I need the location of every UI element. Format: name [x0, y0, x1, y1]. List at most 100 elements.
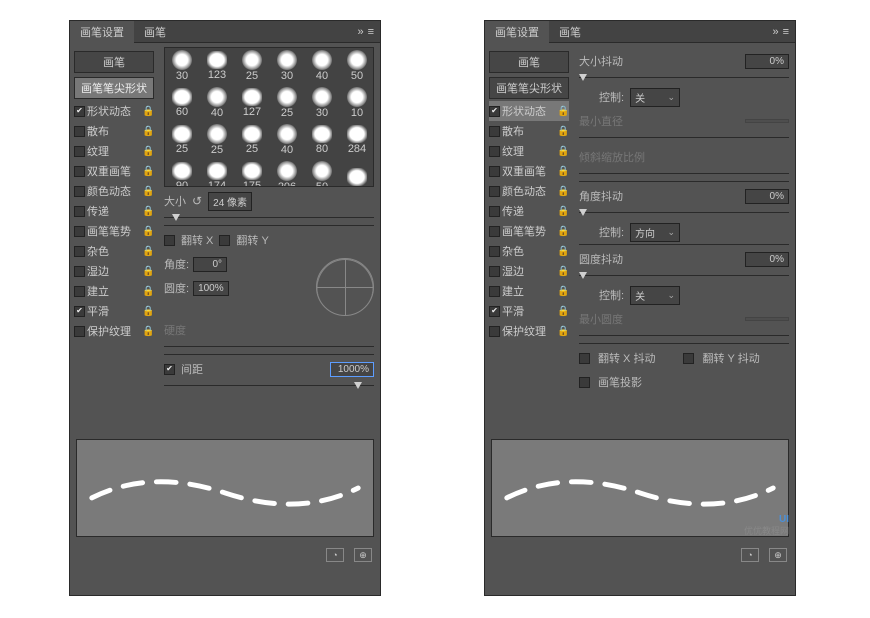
- lock-icon[interactable]: 🔒: [142, 286, 154, 297]
- lock-icon[interactable]: 🔒: [557, 246, 569, 257]
- sidebar-item-5[interactable]: 传递🔒: [489, 201, 569, 221]
- flip-x-checkbox[interactable]: [164, 235, 175, 246]
- tab-brush-settings[interactable]: 画笔设置: [485, 21, 549, 43]
- option-checkbox[interactable]: [74, 246, 85, 257]
- brush-presets-button[interactable]: 画笔: [489, 51, 569, 73]
- sidebar-item-11[interactable]: 保护纹理🔒: [74, 321, 154, 341]
- lock-icon[interactable]: 🔒: [142, 306, 154, 317]
- lock-icon[interactable]: 🔒: [557, 166, 569, 177]
- brush-thumb[interactable]: 30: [270, 48, 304, 84]
- option-checkbox[interactable]: [489, 146, 500, 157]
- roundness-jitter-input[interactable]: 0%: [745, 252, 789, 267]
- brush-thumb[interactable]: 30: [305, 85, 339, 121]
- lock-icon[interactable]: 🔒: [557, 126, 569, 137]
- flip-y-jitter-checkbox[interactable]: [683, 353, 694, 364]
- option-checkbox[interactable]: [74, 226, 85, 237]
- sidebar-item-5[interactable]: 传递🔒: [74, 201, 154, 221]
- option-checkbox[interactable]: [489, 166, 500, 177]
- brush-thumb[interactable]: 40: [305, 48, 339, 84]
- panel-menu[interactable]: »≡: [766, 26, 795, 38]
- size-jitter-input[interactable]: 0%: [745, 54, 789, 69]
- angle-control[interactable]: [316, 258, 374, 316]
- brush-thumb[interactable]: 25: [200, 122, 234, 158]
- sidebar-item-8[interactable]: 湿边🔒: [74, 261, 154, 281]
- tab-brush-presets[interactable]: 画笔: [134, 21, 176, 43]
- option-checkbox[interactable]: [74, 106, 85, 117]
- angle-control-dropdown[interactable]: 方向: [630, 223, 680, 242]
- size-slider[interactable]: [164, 213, 374, 223]
- spacing-checkbox[interactable]: [164, 364, 175, 375]
- panel-menu[interactable]: »≡: [351, 26, 380, 38]
- lock-icon[interactable]: 🔒: [142, 106, 154, 117]
- brush-thumb[interactable]: 50: [305, 159, 339, 187]
- lock-icon[interactable]: 🔒: [557, 266, 569, 277]
- sidebar-item-9[interactable]: 建立🔒: [489, 281, 569, 301]
- brush-thumb[interactable]: 50: [340, 48, 374, 84]
- size-control-dropdown[interactable]: 关: [630, 88, 680, 107]
- angle-jitter-input[interactable]: 0%: [745, 189, 789, 204]
- option-checkbox[interactable]: [74, 186, 85, 197]
- sidebar-item-7[interactable]: 杂色🔒: [489, 241, 569, 261]
- sidebar-item-11[interactable]: 保护纹理🔒: [489, 321, 569, 341]
- option-checkbox[interactable]: [74, 266, 85, 277]
- toggle-preview-icon[interactable]: ◔: [326, 548, 344, 562]
- lock-icon[interactable]: 🔒: [142, 126, 154, 137]
- brush-thumb[interactable]: 25: [270, 85, 304, 121]
- flip-y-checkbox[interactable]: [219, 235, 230, 246]
- option-checkbox[interactable]: [489, 326, 500, 337]
- brush-presets-button[interactable]: 画笔: [74, 51, 154, 73]
- brush-thumb[interactable]: 25: [235, 122, 269, 158]
- lock-icon[interactable]: 🔒: [557, 146, 569, 157]
- brush-thumb[interactable]: 90: [165, 159, 199, 187]
- sidebar-item-9[interactable]: 建立🔒: [74, 281, 154, 301]
- lock-icon[interactable]: 🔒: [557, 326, 569, 337]
- option-checkbox[interactable]: [74, 306, 85, 317]
- roundness-input[interactable]: 100%: [193, 281, 229, 296]
- lock-icon[interactable]: 🔒: [142, 166, 154, 177]
- brush-thumb[interactable]: 206: [270, 159, 304, 187]
- option-checkbox[interactable]: [74, 166, 85, 177]
- lock-icon[interactable]: 🔒: [142, 246, 154, 257]
- option-checkbox[interactable]: [489, 206, 500, 217]
- sidebar-item-3[interactable]: 双重画笔🔒: [74, 161, 154, 181]
- option-checkbox[interactable]: [489, 106, 500, 117]
- roundness-jitter-slider[interactable]: [579, 271, 789, 281]
- sidebar-item-4[interactable]: 颜色动态🔒: [489, 181, 569, 201]
- roundness-control-dropdown[interactable]: 关: [630, 286, 680, 305]
- sidebar-item-3[interactable]: 双重画笔🔒: [489, 161, 569, 181]
- brush-thumb[interactable]: 127: [235, 85, 269, 121]
- sidebar-item-0[interactable]: 形状动态🔒: [74, 101, 154, 121]
- brush-thumb[interactable]: 40: [200, 85, 234, 121]
- option-checkbox[interactable]: [74, 206, 85, 217]
- sidebar-item-4[interactable]: 颜色动态🔒: [74, 181, 154, 201]
- lock-icon[interactable]: 🔒: [142, 206, 154, 217]
- brush-thumb[interactable]: [340, 159, 374, 187]
- sidebar-item-8[interactable]: 湿边🔒: [489, 261, 569, 281]
- brush-tip-shape-button[interactable]: 画笔笔尖形状: [74, 77, 154, 99]
- option-checkbox[interactable]: [74, 146, 85, 157]
- option-checkbox[interactable]: [489, 246, 500, 257]
- option-checkbox[interactable]: [489, 126, 500, 137]
- option-checkbox[interactable]: [489, 266, 500, 277]
- brush-thumb[interactable]: 60: [165, 85, 199, 121]
- flip-x-jitter-checkbox[interactable]: [579, 353, 590, 364]
- option-checkbox[interactable]: [489, 226, 500, 237]
- spacing-slider[interactable]: [164, 381, 374, 391]
- option-checkbox[interactable]: [74, 126, 85, 137]
- spacing-input[interactable]: 1000%: [330, 362, 374, 377]
- option-checkbox[interactable]: [74, 286, 85, 297]
- brush-thumb[interactable]: 40: [270, 122, 304, 158]
- option-checkbox[interactable]: [489, 286, 500, 297]
- lock-icon[interactable]: 🔒: [557, 186, 569, 197]
- reset-size-icon[interactable]: ↺: [192, 194, 202, 208]
- option-checkbox[interactable]: [489, 186, 500, 197]
- lock-icon[interactable]: 🔒: [557, 286, 569, 297]
- brush-thumb[interactable]: 284: [340, 122, 374, 158]
- angle-jitter-slider[interactable]: [579, 208, 789, 218]
- sidebar-item-2[interactable]: 纹理🔒: [74, 141, 154, 161]
- lock-icon[interactable]: 🔒: [142, 146, 154, 157]
- lock-icon[interactable]: 🔒: [557, 226, 569, 237]
- tab-brush-settings[interactable]: 画笔设置: [70, 21, 134, 43]
- sidebar-item-6[interactable]: 画笔笔势🔒: [74, 221, 154, 241]
- brush-thumb[interactable]: 25: [165, 122, 199, 158]
